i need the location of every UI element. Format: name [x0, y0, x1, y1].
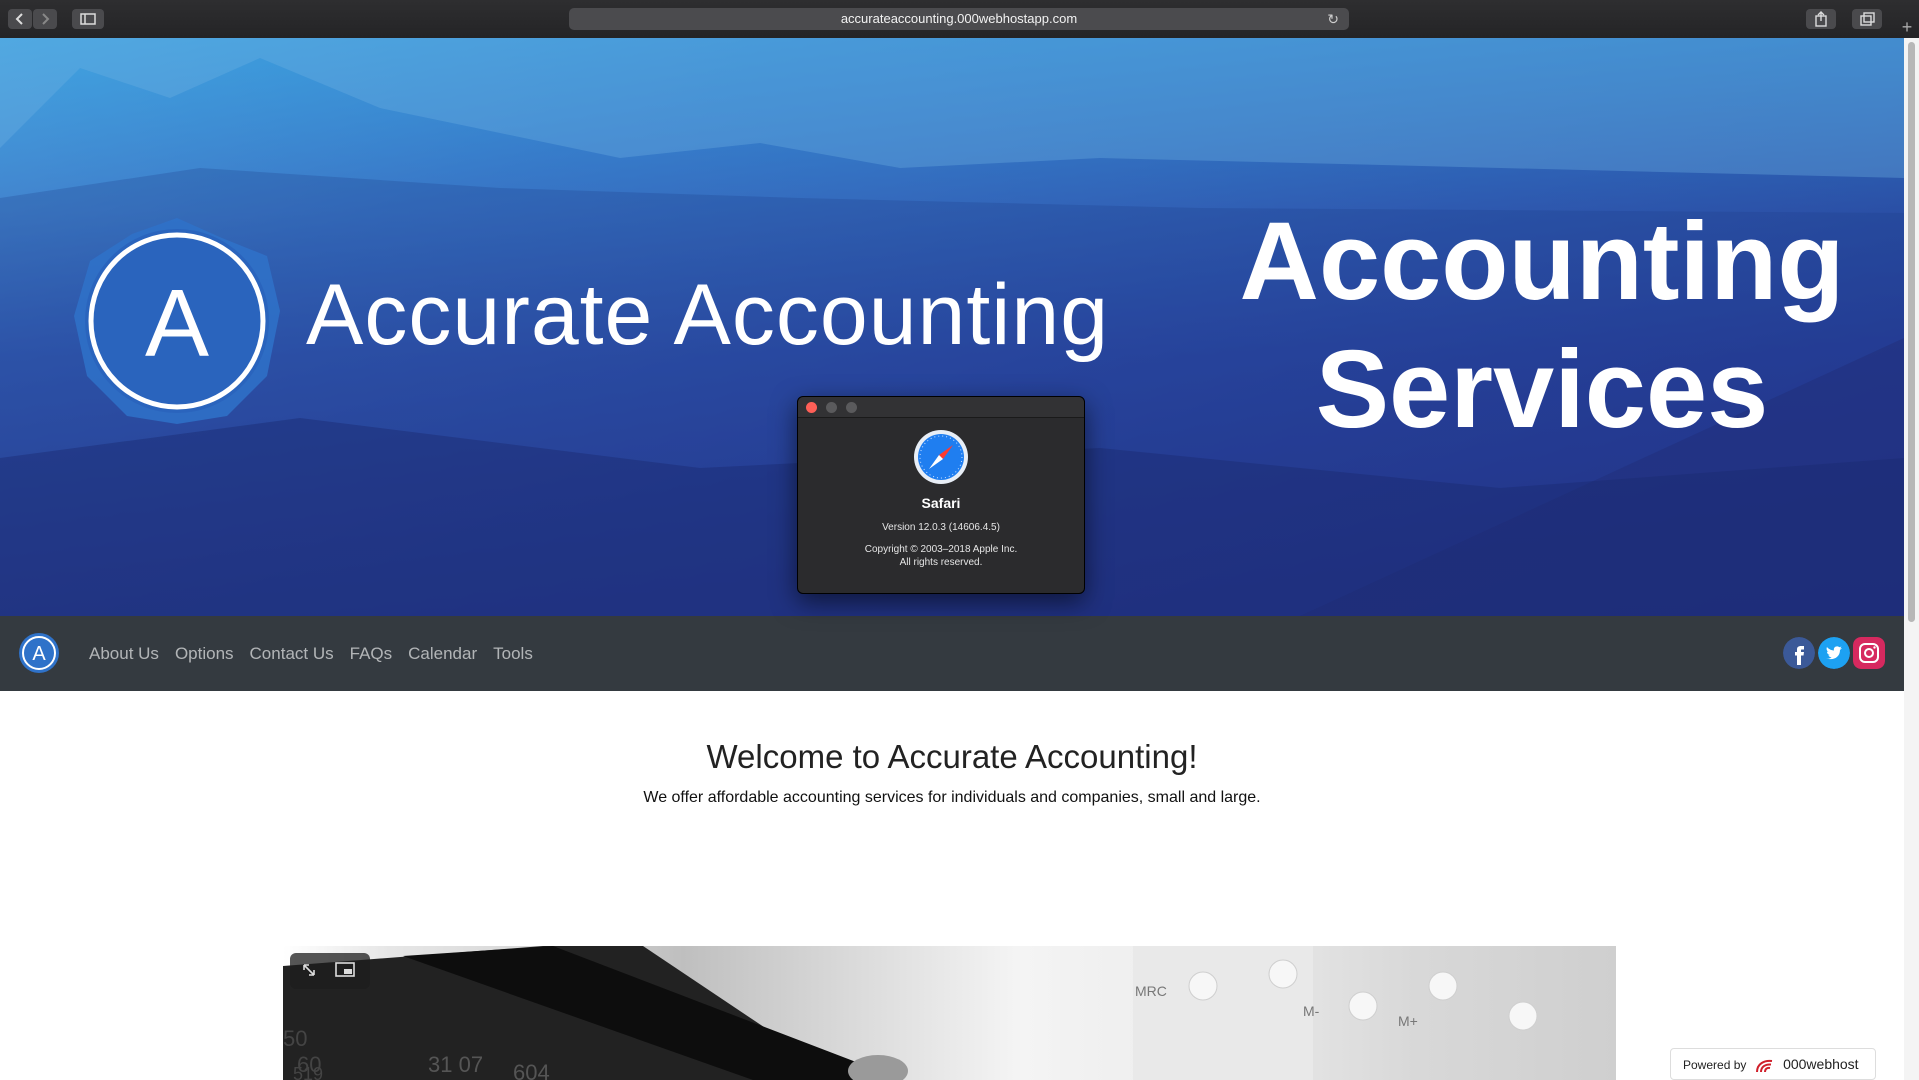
tagline-line1: Accounting [1239, 200, 1845, 323]
new-tab-button[interactable]: + [1897, 18, 1917, 38]
close-window-button[interactable] [806, 402, 817, 413]
facebook-icon[interactable] [1783, 637, 1815, 669]
accounting-photo-illustration: 50 60 519 31 07 604 MRC M- M+ [283, 946, 1538, 1080]
nav-link-options[interactable]: Options [175, 644, 234, 664]
brand-title: Accurate Accounting [306, 267, 1110, 363]
tagline: Accounting Services [1212, 198, 1872, 454]
safari-compass-icon [914, 430, 968, 484]
zoom-window-button[interactable] [846, 402, 857, 413]
expand-icon[interactable] [290, 953, 330, 989]
vertical-scrollbar[interactable] [1904, 38, 1919, 1080]
chevron-right-icon [42, 13, 50, 25]
photo-number: 519 [293, 1064, 323, 1080]
site-navbar: A About Us Options Contact Us FAQs Calen… [0, 616, 1904, 691]
picture-in-picture-icon[interactable] [328, 953, 368, 989]
scrollbar-thumb[interactable] [1908, 42, 1915, 622]
powered-by-brand: 000webhost [1783, 1056, 1859, 1072]
logo-letter: A [145, 270, 209, 377]
tagline-line2: Services [1315, 328, 1769, 451]
address-bar[interactable]: accurateaccounting.000webhostapp.com ↻ [569, 8, 1349, 30]
logo-emblem: A [74, 218, 280, 424]
about-safari-dialog: Safari Version 12.0.3 (14606.4.5) Copyri… [797, 396, 1085, 594]
tabs-icon [1860, 12, 1875, 26]
photo-controls [290, 953, 370, 989]
back-button[interactable] [8, 9, 32, 29]
share-icon [1815, 11, 1827, 27]
photo-key-label: MRC [1135, 983, 1167, 999]
instagram-icon[interactable] [1853, 637, 1885, 669]
reload-icon[interactable]: ↻ [1327, 8, 1339, 30]
photo-key-label: M+ [1398, 1013, 1418, 1029]
sidebar-toggle-button[interactable] [72, 9, 104, 29]
page-subtitle: We offer affordable accounting services … [643, 789, 1261, 806]
dialog-titlebar [798, 397, 1084, 418]
copyright-line: Copyright © 2003–2018 Apple Inc. [864, 544, 1018, 555]
powered-by-prefix: Powered by [1683, 1058, 1747, 1072]
nav-link-faqs[interactable]: FAQs [350, 644, 393, 664]
nav-link-tools[interactable]: Tools [493, 644, 533, 664]
browser-toolbar: accurateaccounting.000webhostapp.com ↻ + [0, 0, 1919, 39]
sidebar-icon [80, 13, 96, 25]
chevron-left-icon [15, 13, 23, 25]
nav-logo[interactable]: A [18, 632, 60, 674]
forward-button[interactable] [33, 9, 57, 29]
nav-link-contact-us[interactable]: Contact Us [250, 644, 334, 664]
nav-logo-letter: A [32, 643, 46, 665]
hero-photo: 50 60 519 31 07 604 MRC M- M+ [283, 946, 1616, 1080]
photo-key-label: M- [1303, 1003, 1320, 1019]
minimize-window-button[interactable] [826, 402, 837, 413]
nav-link-about-us[interactable]: About Us [89, 644, 159, 664]
url-text: accurateaccounting.000webhostapp.com [840, 11, 1078, 26]
share-button[interactable] [1806, 9, 1836, 29]
webhost-logo-icon [1755, 1059, 1772, 1072]
rights-line: All rights reserved. [899, 557, 983, 568]
photo-number: 604 [513, 1060, 550, 1080]
nav-link-calendar[interactable]: Calendar [408, 644, 477, 664]
app-version: Version 12.0.3 (14606.4.5) [882, 522, 1000, 533]
app-name: Safari [921, 495, 961, 511]
photo-number: 50 [283, 1026, 307, 1051]
copyright-notice: Copyright © 2003–2018 Apple Inc. All rig… [798, 543, 1084, 569]
nav-links: About Us Options Contact Us FAQs Calenda… [89, 616, 533, 691]
tabs-overview-button[interactable] [1852, 9, 1882, 29]
twitter-icon[interactable] [1818, 637, 1850, 669]
page-title: Welcome to Accurate Accounting! [706, 738, 1198, 775]
photo-number: 31 07 [428, 1052, 483, 1077]
powered-by-badge[interactable]: Powered by 000webhost [1670, 1048, 1876, 1080]
